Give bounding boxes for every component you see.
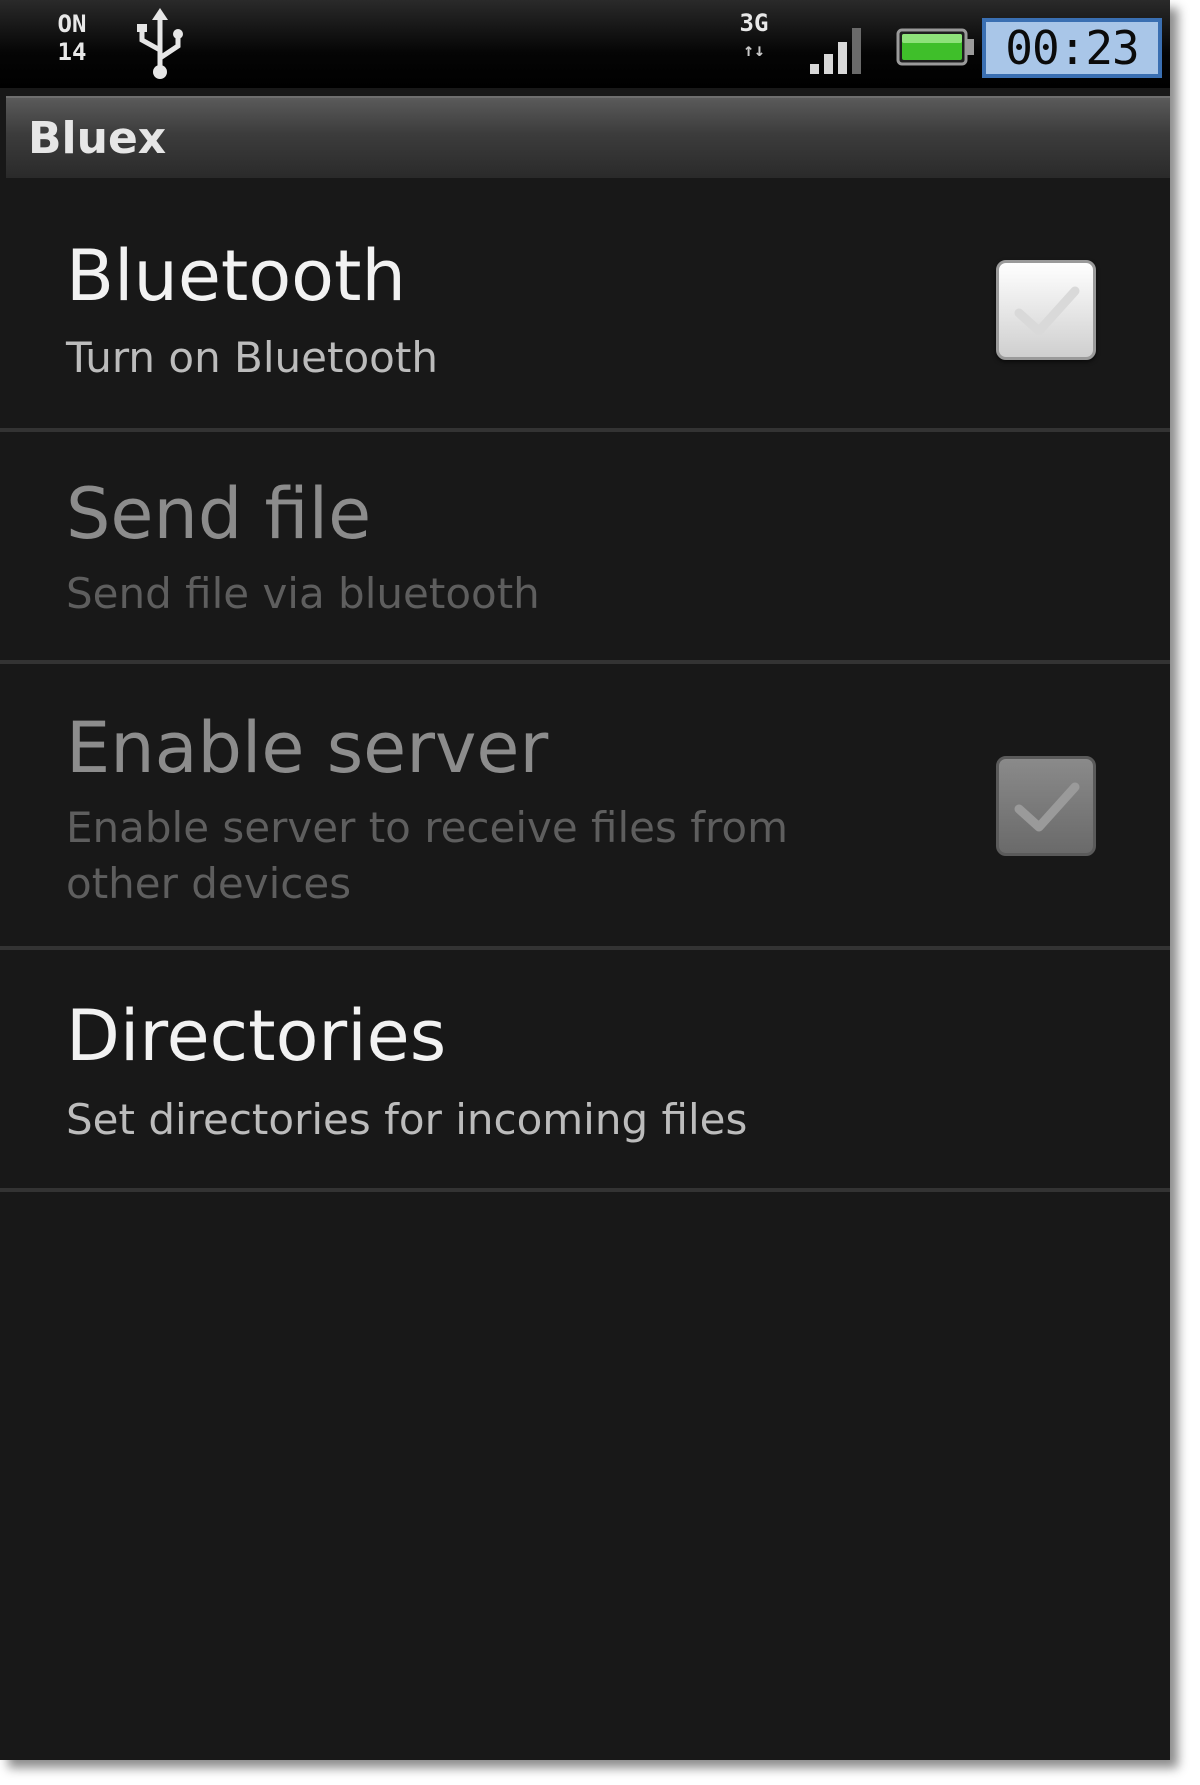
- app-title-bar: Bluex: [6, 96, 1170, 178]
- bluetooth-checkbox[interactable]: [996, 260, 1096, 360]
- pref-enable-server[interactable]: Enable server Enable server to receive f…: [0, 664, 1170, 950]
- pref-title: Send file: [66, 473, 372, 555]
- usb-icon[interactable]: [128, 6, 192, 82]
- pref-bluetooth[interactable]: Bluetooth Turn on Bluetooth: [0, 184, 1170, 432]
- pref-summary: Turn on Bluetooth: [66, 333, 438, 382]
- status-bar: ON 14 3G ↑↓ 00:23: [0, 0, 1170, 88]
- status-clock: 00:23: [982, 18, 1162, 78]
- pref-summary: Send file via bluetooth: [66, 569, 540, 618]
- pref-summary: Enable server to receive files from othe…: [66, 803, 788, 908]
- phone-screen: ON 14 3G ↑↓ 00:23 Bluex Bluetooth Turn o…: [0, 0, 1170, 1760]
- pref-send-file[interactable]: Send file Send file via bluetooth: [0, 432, 1170, 664]
- pref-summary: Set directories for incoming files: [66, 1095, 748, 1144]
- app-title: Bluex: [28, 113, 167, 164]
- network-type-label: 3G: [739, 9, 769, 37]
- enable-server-checkbox[interactable]: [996, 756, 1096, 856]
- notification-line-1: ON: [57, 10, 87, 38]
- pref-title: Bluetooth: [66, 235, 406, 317]
- network-3g-icon: 3G ↑↓: [724, 8, 784, 78]
- checkmark-icon: [1014, 782, 1080, 832]
- signal-icon: [808, 20, 872, 76]
- network-activity-arrows: ↑↓: [743, 40, 765, 61]
- notification-icon[interactable]: ON 14: [36, 10, 108, 78]
- pref-title: Directories: [66, 995, 447, 1077]
- pref-directories[interactable]: Directories Set directories for incoming…: [0, 950, 1170, 1192]
- battery-icon: [896, 26, 976, 68]
- checkmark-icon: [1014, 286, 1080, 336]
- notification-line-2: 14: [57, 38, 87, 66]
- pref-title: Enable server: [66, 707, 549, 789]
